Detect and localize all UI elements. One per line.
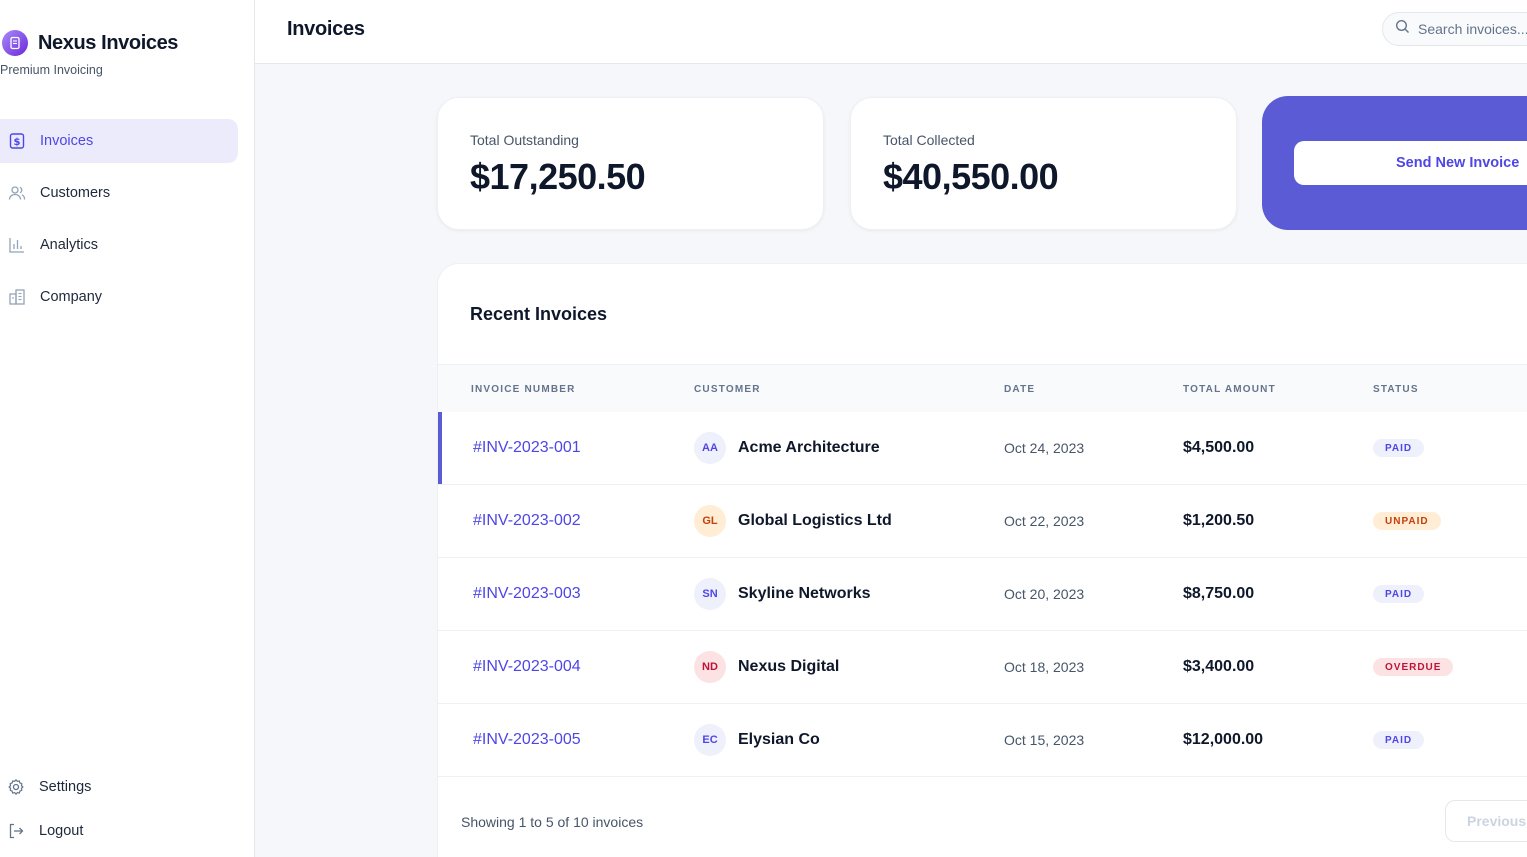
collected-card: Total Collected $40,550.00 <box>850 97 1237 230</box>
table-row[interactable]: #INV-2023-005 EC Elysian Co Oct 15, 2023 $12… <box>438 704 1527 777</box>
table-row[interactable]: #INV-2023-001 AA Acme Architecture Oct 24, … <box>438 412 1527 485</box>
table-row[interactable]: #INV-2023-002 GL Global Logistics Ltd Oct 2… <box>438 485 1527 558</box>
invoice-number-link[interactable]: #INV-2023-005 <box>473 731 581 749</box>
search-input[interactable] <box>1418 21 1527 37</box>
invoice-number-link[interactable]: #INV-2023-001 <box>473 439 581 457</box>
bottom-nav: Settings Logout <box>0 765 238 853</box>
document-icon <box>2 30 28 56</box>
invoice-icon: $ <box>7 131 27 151</box>
recent-invoices-panel: Recent Invoices Invoice Number Customer … <box>437 263 1527 857</box>
users-icon <box>7 183 27 203</box>
sidebar-item-logout[interactable]: Logout <box>0 809 238 853</box>
pagination-info: Showing 1 to 5 of 10 invoices <box>461 814 644 830</box>
sidebar-item-label: Logout <box>39 823 84 839</box>
search-box[interactable] <box>1382 12 1527 46</box>
main-nav: $ Invoices Customers Analytics Company <box>0 119 238 327</box>
avatar: AA <box>694 432 726 464</box>
page-title: Invoices <box>287 18 365 40</box>
app-tagline: Premium Invoicing <box>0 63 103 77</box>
column-header[interactable]: Invoice Number <box>471 384 576 395</box>
sidebar-item-company[interactable]: Company <box>0 275 238 319</box>
customer-name: Global Logistics Ltd <box>738 512 892 529</box>
outstanding-value: $17,250.50 <box>470 156 646 197</box>
customer-name: Skyline Networks <box>738 585 871 602</box>
column-header[interactable]: Total Amount <box>1183 384 1276 395</box>
invoice-date: Oct 24, 2023 <box>1004 440 1085 456</box>
invoice-amount: $4,500.00 <box>1183 439 1255 456</box>
building-icon <box>7 287 27 307</box>
status-badge: UNPAID <box>1373 512 1441 530</box>
invoice-date: Oct 20, 2023 <box>1004 586 1085 602</box>
sidebar-item-label: Company <box>40 289 103 305</box>
avatar: GL <box>694 505 726 537</box>
sidebar-item-label: Invoices <box>40 133 94 149</box>
sidebar-item-analytics[interactable]: Analytics <box>0 223 238 267</box>
invoice-amount: $1,200.50 <box>1183 512 1255 529</box>
bar-chart-icon <box>7 235 27 255</box>
invoice-date: Oct 22, 2023 <box>1004 513 1085 529</box>
table-header: Invoice Number Customer Date Total Amoun… <box>438 364 1527 412</box>
top-header: Invoices <box>255 0 1527 64</box>
table-row[interactable]: #INV-2023-003 SN Skyline Networks Oct 20, 2… <box>438 558 1527 631</box>
status-badge: PAID <box>1373 585 1425 603</box>
sidebar-item-label: Analytics <box>40 237 99 253</box>
app-name: Nexus Invoices <box>38 31 179 54</box>
logout-icon <box>6 821 26 841</box>
status-badge: PAID <box>1373 731 1425 749</box>
collected-label: Total Collected <box>883 132 975 148</box>
column-header[interactable]: Date <box>1004 384 1035 395</box>
sidebar-item-settings[interactable]: Settings <box>0 765 238 809</box>
invoice-amount: $3,400.00 <box>1183 658 1255 675</box>
panel-title: Recent Invoices <box>470 304 608 324</box>
avatar: SN <box>694 578 726 610</box>
search-icon <box>1395 19 1410 39</box>
column-header[interactable]: Status <box>1373 384 1419 395</box>
status-badge: PAID <box>1373 439 1425 457</box>
sidebar-item-customers[interactable]: Customers <box>0 171 238 215</box>
customer-name: Elysian Co <box>738 731 820 748</box>
customer-name: Nexus Digital <box>738 658 840 675</box>
invoice-number-link[interactable]: #INV-2023-003 <box>473 585 581 603</box>
send-new-invoice-button[interactable]: Send New Invoice <box>1294 141 1527 185</box>
invoice-number-link[interactable]: #INV-2023-002 <box>473 512 581 530</box>
invoice-date: Oct 15, 2023 <box>1004 732 1085 748</box>
invoice-amount: $8,750.00 <box>1183 585 1255 602</box>
invoice-date: Oct 18, 2023 <box>1004 659 1085 675</box>
avatar: ND <box>694 651 726 683</box>
outstanding-card: Total Outstanding $17,250.50 <box>437 97 824 230</box>
sidebar: Nexus Invoices Premium Invoicing $ Invoi… <box>0 0 255 857</box>
svg-text:$: $ <box>14 137 21 148</box>
outstanding-label: Total Outstanding <box>470 132 579 148</box>
sidebar-item-label: Customers <box>40 185 111 201</box>
gear-icon <box>6 777 26 797</box>
collected-value: $40,550.00 <box>883 156 1059 197</box>
column-header[interactable]: Customer <box>694 384 761 395</box>
status-badge: OVERDUE <box>1373 658 1454 676</box>
invoice-amount: $12,000.00 <box>1183 731 1264 748</box>
sidebar-item-label: Settings <box>39 779 92 795</box>
customer-name: Acme Architecture <box>738 439 880 456</box>
send-invoice-card: Send New Invoice <box>1262 96 1527 230</box>
invoice-number-link[interactable]: #INV-2023-004 <box>473 658 581 676</box>
sidebar-item-invoices[interactable]: $ Invoices <box>0 119 238 163</box>
table-row[interactable]: #INV-2023-004 ND Nexus Digital Oct 18, 2023… <box>438 631 1527 704</box>
previous-page-button[interactable]: Previous <box>1445 800 1527 842</box>
brand[interactable]: Nexus Invoices <box>2 30 178 56</box>
avatar: EC <box>694 724 726 756</box>
